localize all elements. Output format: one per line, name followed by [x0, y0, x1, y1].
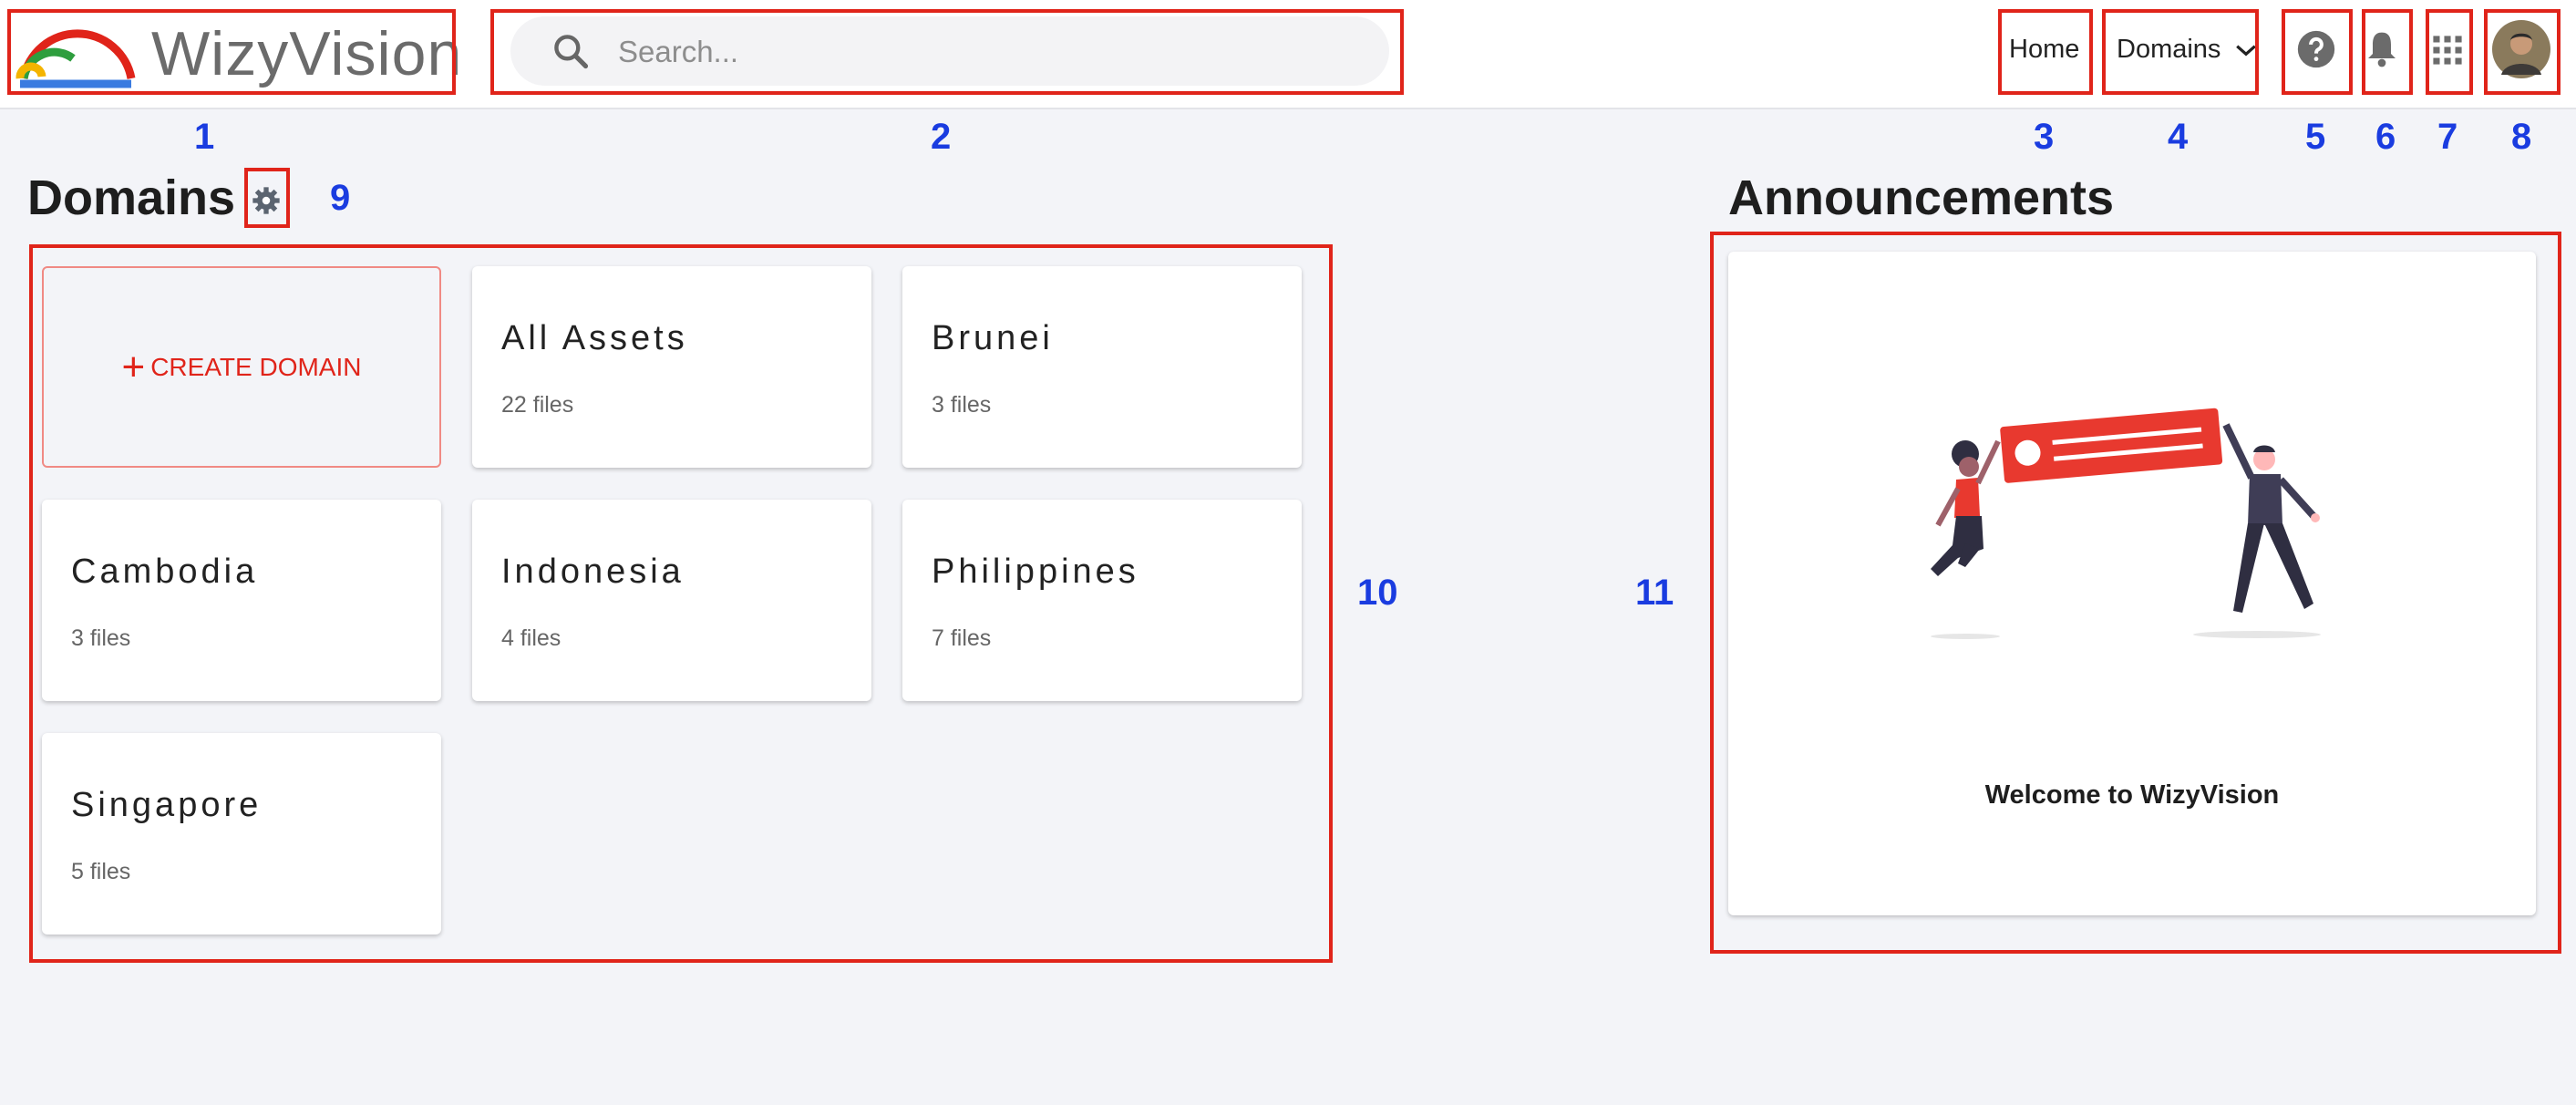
annotation-box-2 — [490, 9, 1404, 95]
annotation-box-4 — [2102, 9, 2259, 95]
annotation-number: 1 — [194, 117, 215, 157]
annotation-number: 5 — [2305, 117, 2326, 157]
annotation-box-3 — [1998, 9, 2093, 95]
annotation-number: 6 — [2375, 117, 2396, 157]
annotation-number: 3 — [2034, 117, 2055, 157]
annotation-box-11 — [1710, 232, 2561, 954]
annotation-box-9 — [244, 168, 290, 228]
annotation-box-8 — [2484, 9, 2561, 95]
annotation-number: 9 — [330, 178, 351, 218]
annotation-number: 4 — [2168, 117, 2189, 157]
announcements-heading: Announcements — [1728, 170, 2115, 225]
annotation-box-1 — [7, 9, 456, 95]
annotation-number: 10 — [1357, 573, 1398, 613]
annotation-number: 2 — [931, 117, 952, 157]
annotation-number: 8 — [2511, 117, 2532, 157]
annotation-number: 7 — [2437, 117, 2458, 157]
annotation-number: 11 — [1635, 573, 1674, 613]
annotation-box-7 — [2426, 9, 2473, 95]
annotation-box-10 — [29, 244, 1333, 963]
annotation-box-5 — [2282, 9, 2353, 95]
domains-heading: Domains — [27, 170, 236, 225]
annotation-box-6 — [2362, 9, 2413, 95]
